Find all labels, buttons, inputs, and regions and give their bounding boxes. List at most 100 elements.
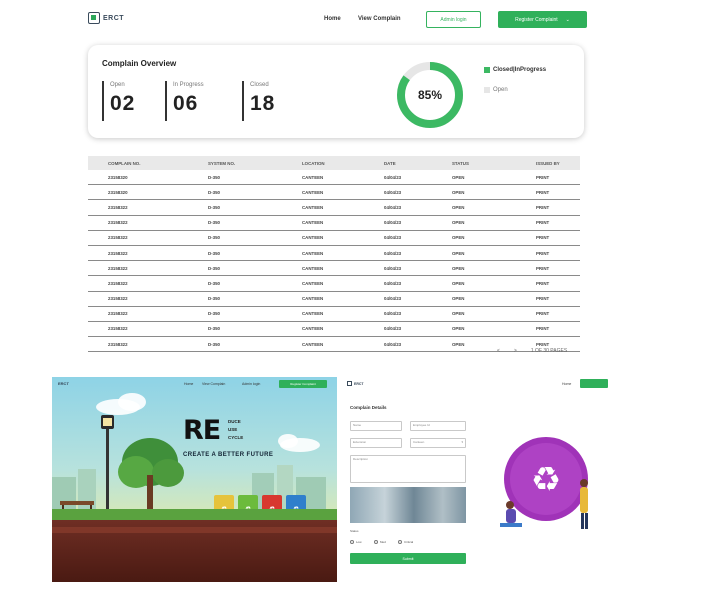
cell-system-no: D-350: [208, 280, 220, 286]
header-date[interactable]: DATE: [348, 156, 424, 170]
location-select[interactable]: Canteen ▾: [410, 438, 466, 448]
cell-location: CANTEEN: [302, 265, 324, 271]
form-logo[interactable]: ERCT: [347, 381, 364, 386]
table-row[interactable]: 23158320 D-350 CANTEEN 04/04/23 OPEN PRINT: [88, 170, 580, 186]
cell-issued-by[interactable]: PRINT: [496, 322, 580, 336]
form-nav-button[interactable]: [580, 379, 608, 388]
landing-nav-view-complain[interactable]: View Complain: [202, 382, 225, 386]
cell-issued-by[interactable]: PRINT: [496, 231, 580, 245]
table-row[interactable]: 23158322 D-350 CANTEEN 04/04/23 OPEN PRINT: [88, 307, 580, 322]
cell-status: OPEN: [452, 341, 465, 347]
description-textarea[interactable]: Description: [350, 455, 466, 483]
hero-word: CYCLE: [228, 435, 244, 440]
prev-page-button[interactable]: <: [497, 348, 500, 354]
landing-nav-home[interactable]: Home: [184, 382, 193, 386]
table-row[interactable]: 23158322 D-350 CANTEEN 04/04/23 OPEN PRINT: [88, 261, 580, 277]
landing-register-button[interactable]: Register Complaint: [279, 380, 327, 388]
cell-system-no: D-350: [208, 235, 220, 241]
cell-issued-by[interactable]: PRINT: [496, 307, 580, 321]
cell-complain-no: 23158322: [108, 280, 128, 286]
nav-link-view-complain[interactable]: View Complain: [358, 16, 401, 22]
donut-percentage: 85%: [417, 88, 443, 102]
cell-issued-by[interactable]: PRINT: [496, 216, 580, 230]
admin-login-button[interactable]: Admin login: [426, 11, 481, 28]
header-system-no[interactable]: SYSTEM NO.: [178, 156, 262, 170]
landing-nav-admin-login[interactable]: Admin login: [242, 382, 260, 386]
radio-critical[interactable]: Critical: [398, 540, 413, 544]
name-field[interactable]: Name: [350, 421, 402, 431]
cell-location: CANTEEN: [302, 250, 324, 256]
cell-location: CANTEEN: [302, 280, 324, 286]
radio-med[interactable]: Med: [374, 540, 386, 544]
cell-location: CANTEEN: [302, 341, 324, 347]
table-row[interactable]: 23158322 D-350 CANTEEN 04/04/23 OPEN PRINT: [88, 246, 580, 262]
cell-complain-no: 23158322: [108, 296, 128, 302]
cell-status: OPEN: [452, 174, 465, 180]
register-complaint-button[interactable]: Register Complaint ⌄: [498, 11, 587, 28]
cell-complain-no: 23158320: [108, 174, 128, 180]
chevron-down-icon: ▾: [461, 440, 463, 444]
legend-swatch-gray: [484, 87, 490, 93]
legend-closed-inprogress: Closed|InProgress: [484, 67, 546, 73]
cell-system-no: D-350: [208, 265, 220, 271]
cell-location: CANTEEN: [302, 220, 324, 226]
cell-status: OPEN: [452, 265, 465, 271]
header-status[interactable]: STATUS: [424, 156, 496, 170]
cell-location: CANTEEN: [302, 296, 324, 302]
cell-status: OPEN: [452, 189, 465, 195]
cell-issued-by[interactable]: PRINT: [496, 200, 580, 214]
landing-logo[interactable]: ERCT: [58, 381, 69, 386]
legend-open: Open: [484, 87, 508, 93]
radio-low[interactable]: Low: [350, 540, 362, 544]
uploaded-photo-preview[interactable]: [350, 487, 466, 523]
cell-system-no: D-350: [208, 341, 220, 347]
radio-label: Med: [380, 540, 386, 544]
cell-status: OPEN: [452, 204, 465, 210]
stat-closed: Closed 18: [242, 81, 275, 121]
radio-circle-icon: [350, 540, 354, 544]
header-complain-no[interactable]: COMPLAIN NO.: [88, 156, 178, 170]
stat-value: 02: [110, 92, 136, 115]
table-row[interactable]: 23158322 D-350 CANTEEN 04/04/23 OPEN PRINT: [88, 200, 580, 216]
extension-field[interactable]: Extension: [350, 438, 402, 448]
cell-status: OPEN: [452, 296, 465, 302]
table-row[interactable]: 23158322 D-350 CANTEEN 04/04/23 OPEN PRINT: [88, 322, 580, 338]
cell-status: OPEN: [452, 250, 465, 256]
employee-id-field[interactable]: Employee Id: [410, 421, 466, 431]
header-location[interactable]: LOCATION: [262, 156, 348, 170]
cell-issued-by[interactable]: PRINT: [496, 246, 580, 260]
form-nav-home[interactable]: Home: [562, 382, 571, 386]
location-select-value: Canteen: [413, 440, 425, 444]
cell-system-no: D-350: [208, 326, 220, 332]
cell-issued-by[interactable]: PRINT: [496, 261, 580, 275]
radio-label: Low: [356, 540, 362, 544]
table-row[interactable]: 23158322 D-350 CANTEEN 04/04/23 OPEN PRINT: [88, 216, 580, 231]
header-issued-by[interactable]: ISSUED BY: [496, 156, 580, 170]
table-row[interactable]: 23158322 D-350 CANTEEN 04/04/23 OPEN PRINT: [88, 292, 580, 307]
cell-date: 04/04/23: [384, 341, 402, 347]
cell-complain-no: 23158322: [108, 250, 128, 256]
cell-location: CANTEEN: [302, 174, 324, 180]
nav-link-home[interactable]: Home: [324, 16, 341, 22]
table-header: COMPLAIN NO. SYSTEM NO. LOCATION DATE ST…: [88, 156, 580, 170]
cell-issued-by[interactable]: PRINT: [496, 292, 580, 306]
cell-location: CANTEEN: [302, 326, 324, 332]
table-row[interactable]: 23158320 D-350 CANTEEN 04/04/23 OPEN PRINT: [88, 185, 580, 201]
recycle-illustration: ♻: [500, 437, 588, 529]
cell-issued-by[interactable]: PRINT: [496, 185, 580, 199]
hero-word: USE: [228, 427, 238, 432]
cell-issued-by[interactable]: PRINT: [496, 276, 580, 290]
cell-date: 04/04/23: [384, 204, 402, 210]
complaints-table: COMPLAIN NO. SYSTEM NO. LOCATION DATE ST…: [88, 156, 580, 353]
submit-button[interactable]: Submit: [350, 553, 466, 564]
next-page-button[interactable]: >: [514, 348, 517, 354]
table-row[interactable]: 23158322 D-350 CANTEEN 04/04/23 OPEN PRINT: [88, 276, 580, 292]
table-row[interactable]: 23158322 D-350 CANTEEN 04/04/23 OPEN PRINT: [88, 231, 580, 246]
radio-circle-icon: [398, 540, 402, 544]
cell-status: OPEN: [452, 220, 465, 226]
complain-overview-card: Complain Overview Open 02 In Progress 06…: [88, 45, 584, 138]
cell-issued-by[interactable]: PRINT: [496, 170, 580, 184]
brand-logo[interactable]: ERCT: [88, 12, 124, 24]
hero-word: DUCE: [228, 419, 241, 424]
cell-date: 04/04/23: [384, 311, 402, 317]
